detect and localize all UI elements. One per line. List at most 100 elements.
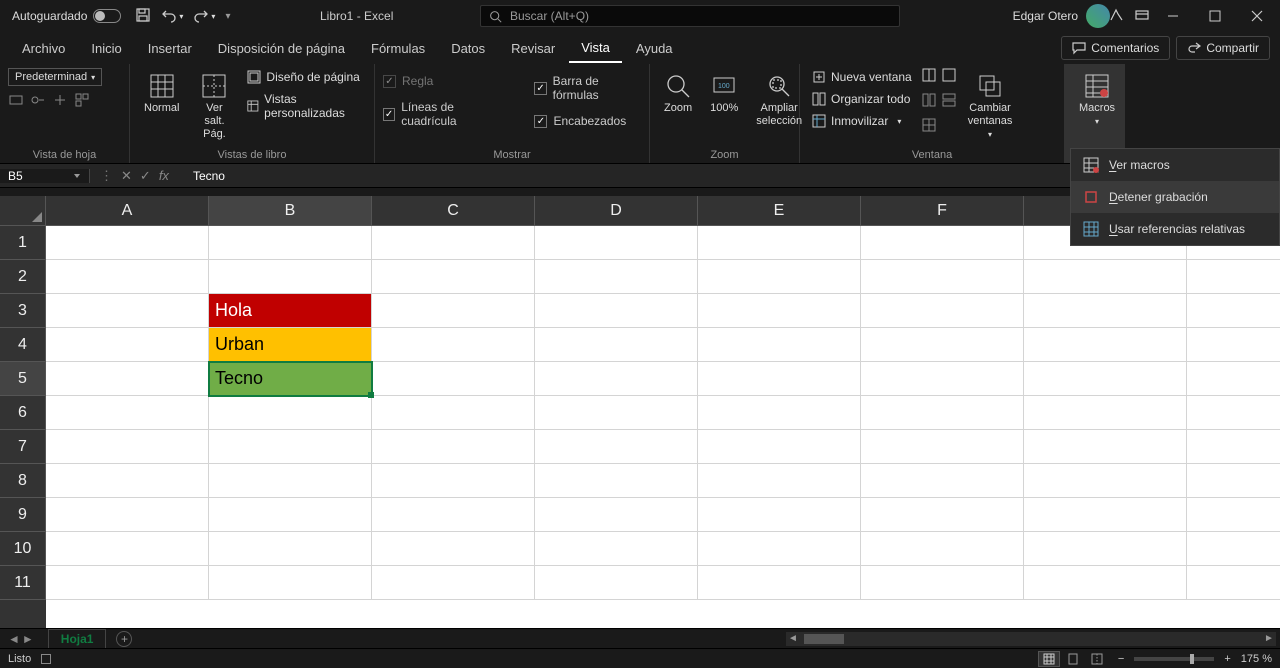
cell-B7[interactable] xyxy=(209,430,372,464)
qat-customize-icon[interactable]: ▾ xyxy=(225,11,230,22)
horizontal-scrollbar[interactable]: ◄ ► xyxy=(786,632,1276,646)
fx-icon[interactable]: fx xyxy=(159,168,169,183)
cell-B4[interactable]: Urban xyxy=(209,328,372,362)
cell-8[interactable] xyxy=(1024,464,1187,498)
row-header-4[interactable]: 4 xyxy=(0,328,46,362)
avatar[interactable] xyxy=(1086,4,1110,28)
cell-E5[interactable] xyxy=(698,362,861,396)
cell-2[interactable] xyxy=(1187,260,1280,294)
cell-A6[interactable] xyxy=(46,396,209,430)
cell-B2[interactable] xyxy=(209,260,372,294)
tab-disposicion[interactable]: Disposición de página xyxy=(206,35,357,62)
tab-next-icon[interactable]: ► xyxy=(22,632,34,646)
cell-10[interactable] xyxy=(1187,532,1280,566)
cell-F7[interactable] xyxy=(861,430,1024,464)
cell-F9[interactable] xyxy=(861,498,1024,532)
page-break-button[interactable]: Ver salt. Pág. xyxy=(191,68,237,146)
cell-6[interactable] xyxy=(1024,396,1187,430)
cell-D5[interactable] xyxy=(535,362,698,396)
ribbon-mode-icon[interactable] xyxy=(1134,7,1150,26)
search-box[interactable]: Buscar (Alt+Q) xyxy=(480,5,900,27)
autosave-toggle[interactable] xyxy=(93,9,121,23)
headings-checkbox[interactable]: Encabezados xyxy=(534,114,641,128)
gridlines-checkbox[interactable]: Líneas de cuadrícula xyxy=(383,100,504,128)
cell-2[interactable] xyxy=(1024,260,1187,294)
cell-A8[interactable] xyxy=(46,464,209,498)
formulabar-checkbox[interactable]: Barra de fórmulas xyxy=(534,74,641,102)
cell-A7[interactable] xyxy=(46,430,209,464)
scroll-right-icon[interactable]: ► xyxy=(1262,633,1276,644)
tab-datos[interactable]: Datos xyxy=(439,35,497,62)
cell-A1[interactable] xyxy=(46,226,209,260)
predeterminado-dropdown[interactable]: Predeterminad▾ xyxy=(8,68,102,86)
minimize-button[interactable] xyxy=(1154,2,1192,30)
row-header-7[interactable]: 7 xyxy=(0,430,46,464)
cell-C9[interactable] xyxy=(372,498,535,532)
page-break-view-icon[interactable] xyxy=(1086,651,1108,667)
macros-button[interactable]: Macros▾ xyxy=(1073,68,1121,131)
custom-views-button[interactable]: Vistas personalizadas xyxy=(243,90,366,122)
freeze-panes-button[interactable]: Inmovilizar▾ xyxy=(808,112,916,130)
cell-C2[interactable] xyxy=(372,260,535,294)
cell-B3[interactable]: Hola xyxy=(209,294,372,328)
cancel-icon[interactable]: ✕ xyxy=(121,168,132,184)
arrange-all-button[interactable]: Organizar todo xyxy=(808,90,916,108)
cell-D2[interactable] xyxy=(535,260,698,294)
cell-C10[interactable] xyxy=(372,532,535,566)
cell-F6[interactable] xyxy=(861,396,1024,430)
cell-E6[interactable] xyxy=(698,396,861,430)
cell-F2[interactable] xyxy=(861,260,1024,294)
cell-A4[interactable] xyxy=(46,328,209,362)
cell-C11[interactable] xyxy=(372,566,535,600)
cell-7[interactable] xyxy=(1187,430,1280,464)
new-icon[interactable] xyxy=(52,92,68,113)
record-macro-icon[interactable] xyxy=(41,654,51,664)
cell-E10[interactable] xyxy=(698,532,861,566)
cell-E3[interactable] xyxy=(698,294,861,328)
cell-3[interactable] xyxy=(1187,294,1280,328)
cell-3[interactable] xyxy=(1024,294,1187,328)
tab-archivo[interactable]: Archivo xyxy=(10,35,77,62)
cell-C1[interactable] xyxy=(372,226,535,260)
col-header-E[interactable]: E xyxy=(698,196,861,226)
cell-D9[interactable] xyxy=(535,498,698,532)
cell-6[interactable] xyxy=(1187,396,1280,430)
cell-5[interactable] xyxy=(1024,362,1187,396)
cell-B9[interactable] xyxy=(209,498,372,532)
cell-C7[interactable] xyxy=(372,430,535,464)
cell-F3[interactable] xyxy=(861,294,1024,328)
cell-D6[interactable] xyxy=(535,396,698,430)
cell-F1[interactable] xyxy=(861,226,1024,260)
row-header-10[interactable]: 10 xyxy=(0,532,46,566)
cell-E9[interactable] xyxy=(698,498,861,532)
cell-C4[interactable] xyxy=(372,328,535,362)
cell-B6[interactable] xyxy=(209,396,372,430)
cell-4[interactable] xyxy=(1187,328,1280,362)
ruler-checkbox[interactable]: Regla xyxy=(383,74,504,88)
cell-E1[interactable] xyxy=(698,226,861,260)
row-header-3[interactable]: 3 xyxy=(0,294,46,328)
split-icon[interactable] xyxy=(922,68,936,87)
maximize-button[interactable] xyxy=(1196,2,1234,30)
hide-icon[interactable] xyxy=(942,68,956,87)
row-header-6[interactable]: 6 xyxy=(0,396,46,430)
switch-windows-button[interactable]: Cambiar ventanas▾ xyxy=(962,68,1019,144)
row-header-5[interactable]: 5 xyxy=(0,362,46,396)
cell-D11[interactable] xyxy=(535,566,698,600)
coming-soon-icon[interactable] xyxy=(1108,7,1124,26)
tab-vista[interactable]: Vista xyxy=(569,34,622,63)
row-header-2[interactable]: 2 xyxy=(0,260,46,294)
cell-A11[interactable] xyxy=(46,566,209,600)
tab-prev-icon[interactable]: ◄ xyxy=(8,632,20,646)
normal-view-icon[interactable] xyxy=(1038,651,1060,667)
cell-C6[interactable] xyxy=(372,396,535,430)
enter-icon[interactable]: ✓ xyxy=(140,168,151,184)
tab-revisar[interactable]: Revisar xyxy=(499,35,567,62)
cell-D8[interactable] xyxy=(535,464,698,498)
col-header-A[interactable]: A xyxy=(46,196,209,226)
cell-B11[interactable] xyxy=(209,566,372,600)
select-all-corner[interactable] xyxy=(0,196,46,226)
cell-F10[interactable] xyxy=(861,532,1024,566)
cell-E2[interactable] xyxy=(698,260,861,294)
cell-A2[interactable] xyxy=(46,260,209,294)
